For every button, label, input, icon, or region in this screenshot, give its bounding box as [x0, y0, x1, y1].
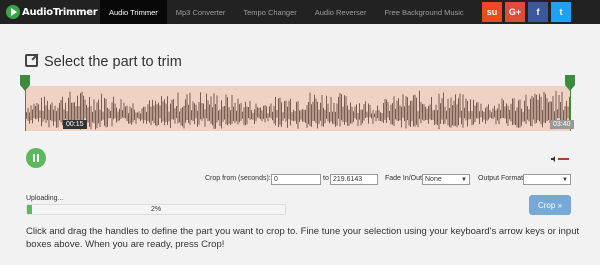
crop-button[interactable]: Crop »	[529, 195, 571, 215]
page-title: Select the part to trim	[44, 54, 182, 70]
google-plus-icon[interactable]: G+	[505, 2, 525, 22]
crop-to-input[interactable]	[330, 174, 378, 185]
twitter-icon[interactable]: t	[551, 2, 571, 22]
waveform-graphic	[25, 90, 570, 130]
upload-progress-text: 2%	[150, 206, 162, 213]
end-handle-icon	[565, 75, 575, 91]
chevron-down-icon: ▼	[562, 177, 568, 183]
end-handle[interactable]	[565, 75, 575, 91]
upload-progress-bar: 2%	[26, 204, 286, 215]
start-handle-line	[25, 86, 26, 131]
nav-item-free-background-music[interactable]: Free Background Music	[375, 0, 472, 24]
output-format-select[interactable]: ▼	[523, 174, 571, 185]
end-time-badge: 03:40	[550, 120, 574, 129]
start-handle-icon	[20, 75, 30, 91]
facebook-icon[interactable]: f	[528, 2, 548, 22]
pause-icon-bar-left	[33, 154, 35, 162]
pause-button[interactable]	[26, 148, 46, 168]
upload-status-label: Uploading...	[26, 195, 64, 202]
edit-icon	[25, 54, 38, 67]
volume-slider[interactable]	[551, 156, 569, 162]
nav-item-audio-trimmer[interactable]: Audio Trimmer	[100, 0, 167, 24]
waveform-selection[interactable]	[25, 86, 571, 131]
stumbleupon-icon[interactable]: su	[482, 2, 502, 22]
crop-to-label: to	[323, 175, 329, 182]
fade-select-value: None	[425, 176, 442, 183]
waveform-path	[25, 90, 570, 130]
logo-play-icon	[6, 5, 20, 19]
logo-text: AudioTrimmer	[22, 6, 98, 18]
nav-item-mp3-converter[interactable]: Mp3 Converter	[167, 0, 235, 24]
speaker-icon	[551, 156, 555, 162]
output-format-label: Output Format	[478, 175, 524, 182]
instructions-text: Click and drag the handles to define the…	[26, 226, 580, 250]
fade-select[interactable]: None ▼	[422, 174, 470, 185]
nav-item-audio-reverser[interactable]: Audio Reverser	[306, 0, 376, 24]
crop-from-label: Crop from (seconds):	[205, 175, 271, 182]
volume-track	[558, 158, 569, 160]
crop-from-input[interactable]	[271, 174, 321, 185]
start-handle[interactable]	[20, 75, 30, 91]
chevron-down-icon: ▼	[461, 177, 467, 183]
start-time-badge: 00:15	[63, 120, 87, 129]
pause-icon-bar-right	[37, 154, 39, 162]
site-logo[interactable]: AudioTrimmer	[0, 0, 100, 24]
nav-item-tempo-changer[interactable]: Tempo Changer	[234, 0, 305, 24]
fade-label: Fade In/Out	[385, 175, 422, 182]
